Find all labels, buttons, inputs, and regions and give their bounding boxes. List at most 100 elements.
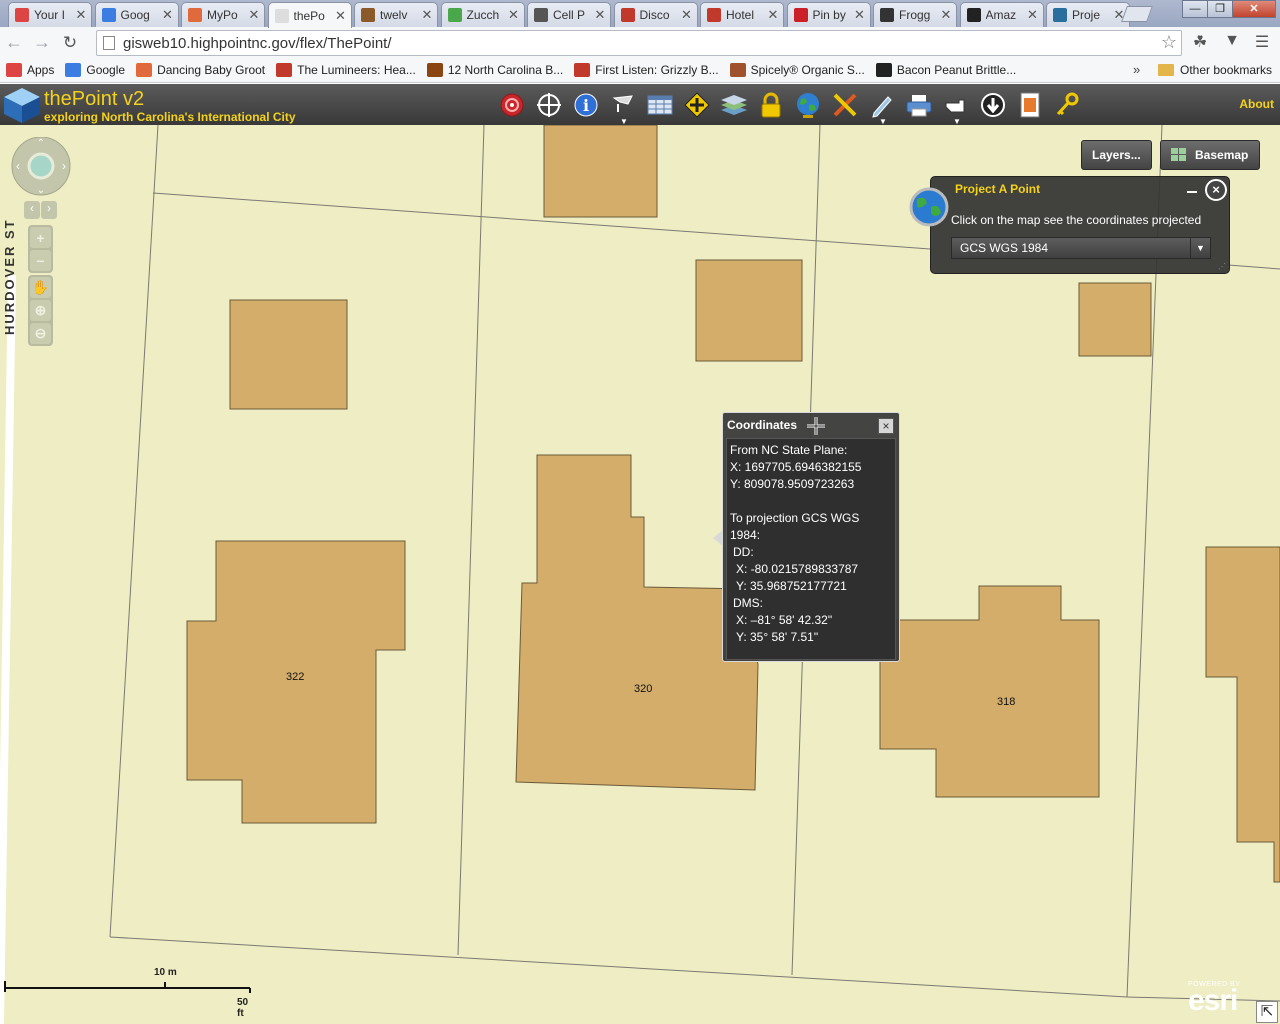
pan-to-icon[interactable] [682, 90, 712, 120]
building[interactable] [543, 125, 658, 218]
browser-tab[interactable]: Goog ✕ [94, 2, 179, 27]
tab-close-icon[interactable]: ✕ [681, 7, 693, 23]
zoom-out-icon[interactable]: − [30, 250, 51, 271]
svg-text:‹: ‹ [16, 159, 20, 173]
building[interactable] [695, 259, 803, 362]
forward-icon[interactable]: → [28, 32, 56, 53]
browser-tab[interactable]: Cell P ✕ [527, 2, 611, 27]
bookmarks-overflow-button[interactable]: » [1133, 62, 1140, 77]
document-icon[interactable] [1015, 90, 1045, 120]
zoom-in-icon[interactable]: + [30, 227, 51, 248]
browser-tab[interactable]: thePo ✕ [267, 2, 352, 28]
bookmark-item[interactable]: Dancing Baby Groot [136, 63, 265, 77]
bookmark-item[interactable]: 12 North Carolina B... [426, 63, 563, 77]
tab-close-icon[interactable]: ✕ [421, 7, 433, 23]
tab-close-icon[interactable]: ✕ [248, 7, 260, 23]
lot-label-322: 322 [286, 671, 305, 683]
browser-tab[interactable]: Zucch ✕ [440, 2, 525, 27]
browser-tab[interactable]: twelv ✕ [354, 2, 438, 27]
tab-close-icon[interactable]: ✕ [1027, 7, 1039, 23]
bookmark-star-icon[interactable]: ☆ [1161, 32, 1177, 53]
pan-navigation-control[interactable]: ⌃ ⌄ ‹ › [10, 137, 72, 199]
back-icon[interactable]: ← [0, 32, 28, 53]
building-318[interactable] [879, 585, 1100, 798]
tab-close-icon[interactable]: ✕ [940, 7, 952, 23]
building[interactable] [1078, 282, 1152, 357]
bookmark-item[interactable]: The Lumineers: Hea... [276, 63, 416, 77]
tab-close-icon[interactable]: ✕ [335, 8, 347, 24]
layers-stack-icon[interactable] [719, 90, 749, 120]
download-icon[interactable] [978, 90, 1008, 120]
other-bookmarks[interactable]: Other bookmarks [1158, 58, 1272, 82]
building[interactable] [1205, 546, 1280, 883]
print-icon[interactable] [904, 90, 934, 120]
close-icon[interactable]: × [1205, 179, 1227, 201]
info-icon[interactable]: i [571, 90, 601, 120]
folder-icon [1158, 64, 1174, 76]
address-bar[interactable]: gisweb10.highpointnc.gov/flex/ThePoint/ … [96, 30, 1182, 56]
reload-icon[interactable]: ↻ [56, 33, 84, 53]
tab-close-icon[interactable]: ✕ [854, 7, 866, 23]
resize-handle-icon[interactable]: ⋰ [1218, 262, 1226, 271]
browser-tab[interactable]: Proje ✕ [1046, 2, 1130, 27]
browser-tab[interactable]: Disco ✕ [613, 2, 698, 27]
browser-tab[interactable]: Pin by ✕ [786, 2, 871, 27]
street-road [0, 274, 16, 1024]
minimize-icon[interactable] [1187, 191, 1197, 193]
browser-tab[interactable]: Amaz ✕ [959, 2, 1044, 27]
bookmark-item[interactable]: Bacon Peanut Brittle... [875, 63, 1016, 77]
basemap-button[interactable]: Basemap [1160, 140, 1260, 170]
table-icon[interactable] [645, 90, 675, 120]
layers-button[interactable]: Layers... [1081, 140, 1152, 170]
popup-pointer [713, 530, 723, 546]
hand-pointer-dropdown-icon[interactable]: ▼ [941, 90, 971, 126]
browser-tab[interactable]: Hotel ✕ [700, 2, 784, 27]
pan-hand-icon[interactable]: ✋ [30, 277, 51, 298]
previous-extent-icon[interactable]: ‹ [24, 201, 40, 219]
pen-dropdown-icon[interactable]: ▼ [867, 90, 897, 126]
browser-tab[interactable]: Frogg ✕ [873, 2, 957, 27]
tab-favicon-icon [361, 8, 375, 22]
projection-select[interactable]: GCS WGS 1984 ▼ [951, 237, 1211, 259]
key-icon[interactable] [1052, 90, 1082, 120]
page-icon [103, 36, 115, 50]
bookmark-item[interactable]: Spicely® Organic S... [729, 63, 865, 77]
maximize-button[interactable]: ❐ [1207, 0, 1233, 18]
browser-tab[interactable]: MyPo ✕ [181, 2, 265, 27]
tab-label: Your I [34, 8, 65, 22]
evernote-icon[interactable]: ☘ [1190, 32, 1210, 52]
zoom-box-out-icon[interactable]: ⊖ [30, 323, 51, 344]
pocket-icon[interactable]: ▼ [1222, 32, 1242, 52]
bookmark-item[interactable]: Apps [6, 63, 54, 77]
measure-dropdown-icon[interactable]: ▼ [608, 90, 638, 126]
tab-close-icon[interactable]: ✕ [767, 7, 779, 23]
map-view[interactable]: 322 320 318 ⌃ ⌄ ‹ › ‹ › + − ✋ ⊕ ⊖ HURDOV… [0, 125, 1280, 1024]
crosshair-icon[interactable] [534, 90, 564, 120]
other-bookmarks-label: Other bookmarks [1180, 63, 1273, 77]
building[interactable] [229, 299, 348, 410]
bookmark-item[interactable]: Google [65, 63, 125, 77]
menu-icon[interactable]: ☰ [1252, 32, 1272, 52]
chevron-down-icon[interactable]: ▼ [1190, 238, 1210, 258]
globe-icon[interactable] [793, 90, 823, 120]
close-window-button[interactable]: ✕ [1232, 0, 1276, 18]
resize-corner-icon[interactable]: ⇱ [1256, 1001, 1278, 1023]
draw-icon[interactable] [830, 90, 860, 120]
browser-tab[interactable]: Your I ✕ [8, 2, 92, 27]
about-link[interactable]: About [1239, 97, 1274, 111]
minimize-button[interactable]: — [1182, 0, 1208, 18]
tab-close-icon[interactable]: ✕ [508, 7, 520, 23]
tab-close-icon[interactable]: ✕ [75, 7, 87, 23]
new-tab-button[interactable] [1121, 6, 1153, 22]
tab-close-icon[interactable]: ✕ [594, 7, 606, 23]
tab-close-icon[interactable]: ✕ [162, 7, 174, 23]
target-icon[interactable] [497, 90, 527, 120]
popup-close-icon[interactable]: × [878, 418, 894, 434]
next-extent-icon[interactable]: › [41, 201, 57, 219]
svg-text:i: i [583, 96, 589, 115]
tab-label: Pin by [812, 8, 846, 22]
lock-icon[interactable] [756, 90, 786, 120]
dd-x: X: -80.0215789833787 [736, 562, 859, 576]
zoom-box-in-icon[interactable]: ⊕ [30, 300, 51, 321]
bookmark-item[interactable]: First Listen: Grizzly B... [574, 63, 719, 77]
